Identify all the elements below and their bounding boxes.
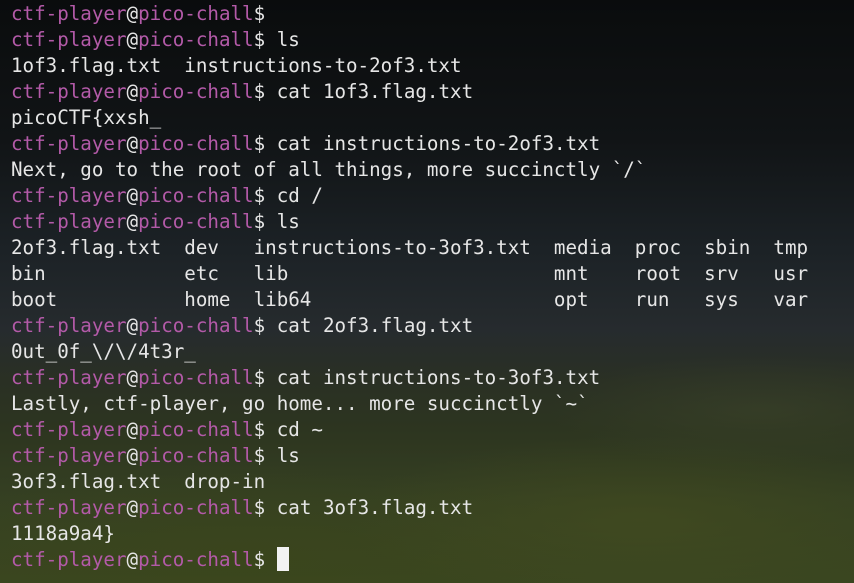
prompt-symbol: $ — [253, 28, 266, 51]
output-line: 2of3.flag.txt dev instructions-to-3of3.t… — [11, 235, 808, 261]
prompt-line: ctf-player@pico-chall$ cd / — [11, 183, 808, 209]
prompt-symbol: $ — [253, 132, 266, 155]
output-text: Next, go to the root of all things, more… — [11, 158, 647, 181]
output-line: 1of3.flag.txt instructions-to-2of3.txt — [11, 53, 808, 79]
output-text: bin etc lib mnt root srv usr — [11, 262, 809, 285]
command-text: cat 2of3.flag.txt — [276, 314, 474, 337]
output-text: 2of3.flag.txt dev instructions-to-3of3.t… — [11, 236, 809, 259]
command-text: ls — [276, 210, 300, 233]
prompt-host: pico-chall — [138, 28, 254, 51]
prompt-line: ctf-player@pico-chall$ cat instructions-… — [11, 365, 808, 391]
prompt-symbol: $ — [253, 548, 266, 571]
prompt-at: @ — [126, 496, 139, 519]
prompt-line: ctf-player@pico-chall$ — [11, 1, 808, 27]
prompt-symbol: $ — [253, 418, 266, 441]
prompt-user: ctf-player — [11, 28, 127, 51]
prompt-host: pico-chall — [138, 132, 254, 155]
prompt-symbol: $ — [253, 210, 266, 233]
command-text: cat instructions-to-2of3.txt — [276, 132, 601, 155]
prompt-line: ctf-player@pico-chall$ cat 1of3.flag.txt — [11, 79, 808, 105]
command-text: cd ~ — [276, 418, 323, 441]
prompt-host: pico-chall — [138, 210, 254, 233]
output-text: boot home lib64 opt run sys var — [11, 288, 809, 311]
prompt-at: @ — [126, 184, 139, 207]
command-text: cat instructions-to-3of3.txt — [276, 366, 601, 389]
prompt-user: ctf-player — [11, 496, 127, 519]
prompt-at: @ — [126, 418, 139, 441]
prompt-symbol: $ — [253, 2, 266, 25]
command-text: ls — [276, 444, 300, 467]
output-line: Lastly, ctf-player, go home... more succ… — [11, 391, 808, 417]
command-text: cd / — [276, 184, 323, 207]
output-text: Lastly, ctf-player, go home... more succ… — [11, 392, 589, 415]
prompt-user: ctf-player — [11, 2, 127, 25]
output-line: 3of3.flag.txt drop-in — [11, 469, 808, 495]
prompt-user: ctf-player — [11, 418, 127, 441]
prompt-line: ctf-player@pico-chall$ ls — [11, 27, 808, 53]
output-line: boot home lib64 opt run sys var — [11, 287, 808, 313]
prompt-at: @ — [126, 314, 139, 337]
prompt-symbol: $ — [253, 80, 266, 103]
prompt-line: ctf-player@pico-chall$ cat instructions-… — [11, 131, 808, 157]
prompt-user: ctf-player — [11, 366, 127, 389]
prompt-at: @ — [126, 210, 139, 233]
prompt-symbol: $ — [253, 496, 266, 519]
prompt-line: ctf-player@pico-chall$ cat 3of3.flag.txt — [11, 495, 808, 521]
prompt-user: ctf-player — [11, 184, 127, 207]
prompt-user: ctf-player — [11, 132, 127, 155]
terminal-output: ctf-player@pico-chall$ ctf-player@pico-c… — [11, 1, 808, 573]
prompt-user: ctf-player — [11, 314, 127, 337]
prompt-symbol: $ — [253, 184, 266, 207]
output-line: 0ut_0f_\/\/4t3r_ — [11, 339, 808, 365]
prompt-host: pico-chall — [138, 444, 254, 467]
command-text: cat 1of3.flag.txt — [276, 80, 474, 103]
prompt-host: pico-chall — [138, 496, 254, 519]
prompt-user: ctf-player — [11, 548, 127, 571]
command-text: ls — [276, 28, 300, 51]
output-line: bin etc lib mnt root srv usr — [11, 261, 808, 287]
prompt-symbol: $ — [253, 314, 266, 337]
prompt-at: @ — [126, 444, 139, 467]
prompt-at: @ — [126, 2, 139, 25]
prompt-at: @ — [126, 366, 139, 389]
prompt-line: ctf-player@pico-chall$ — [11, 547, 808, 573]
output-text: 3of3.flag.txt drop-in — [11, 470, 266, 493]
prompt-host: pico-chall — [138, 314, 254, 337]
prompt-line: ctf-player@pico-chall$ ls — [11, 209, 808, 235]
output-line: picoCTF{xxsh_ — [11, 105, 808, 131]
output-text: 0ut_0f_\/\/4t3r_ — [11, 340, 196, 363]
prompt-host: pico-chall — [138, 418, 254, 441]
prompt-host: pico-chall — [138, 2, 254, 25]
prompt-symbol: $ — [253, 444, 266, 467]
prompt-user: ctf-player — [11, 444, 127, 467]
output-line: Next, go to the root of all things, more… — [11, 157, 808, 183]
terminal-window[interactable]: ctf-player@pico-chall$ ctf-player@pico-c… — [0, 0, 854, 583]
output-line: 1118a9a4} — [11, 521, 808, 547]
text-cursor[interactable] — [276, 547, 289, 571]
prompt-at: @ — [126, 80, 139, 103]
prompt-at: @ — [126, 548, 139, 571]
prompt-line: ctf-player@pico-chall$ cat 2of3.flag.txt — [11, 313, 808, 339]
output-text: picoCTF{xxsh_ — [11, 106, 162, 129]
prompt-line: ctf-player@pico-chall$ ls — [11, 443, 808, 469]
prompt-host: pico-chall — [138, 80, 254, 103]
output-text: 1of3.flag.txt instructions-to-2of3.txt — [11, 54, 462, 77]
prompt-host: pico-chall — [138, 184, 254, 207]
prompt-host: pico-chall — [138, 548, 254, 571]
prompt-at: @ — [126, 132, 139, 155]
prompt-host: pico-chall — [138, 366, 254, 389]
command-text: cat 3of3.flag.txt — [276, 496, 474, 519]
output-text: 1118a9a4} — [11, 522, 115, 545]
prompt-user: ctf-player — [11, 80, 127, 103]
prompt-symbol: $ — [253, 366, 266, 389]
prompt-user: ctf-player — [11, 210, 127, 233]
prompt-line: ctf-player@pico-chall$ cd ~ — [11, 417, 808, 443]
prompt-at: @ — [126, 28, 139, 51]
